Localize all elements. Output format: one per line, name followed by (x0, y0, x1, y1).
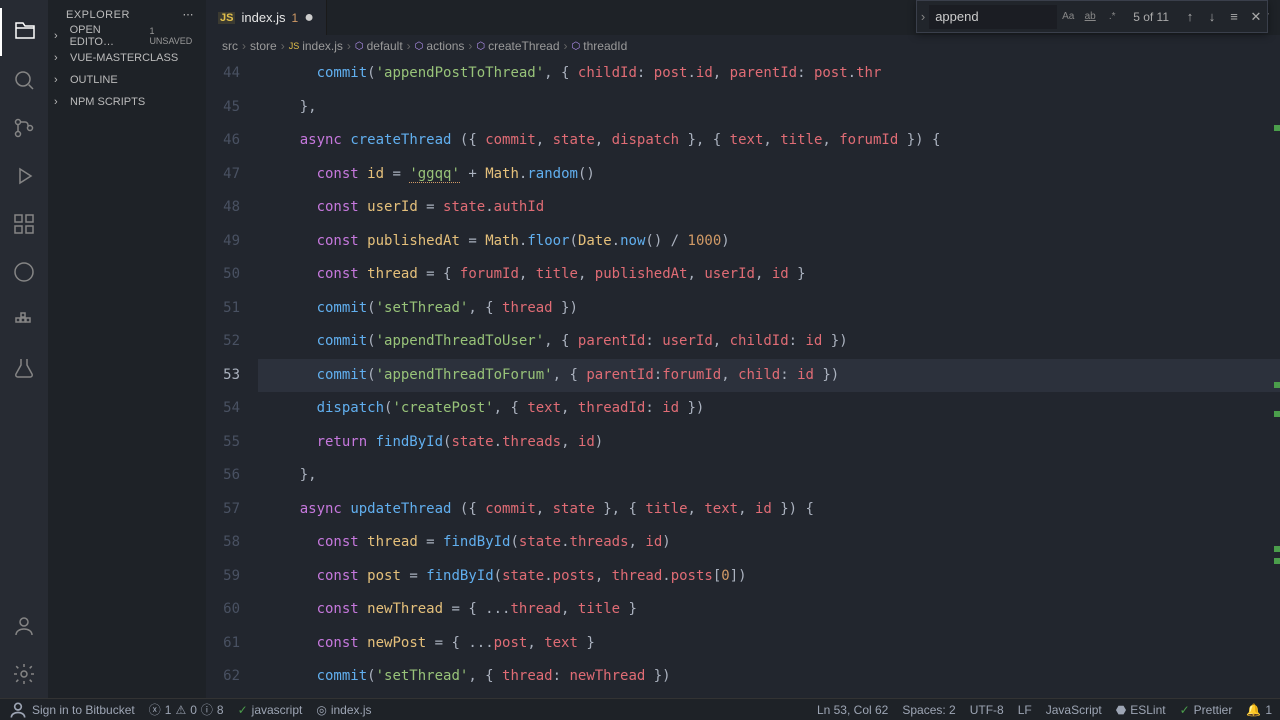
active-file[interactable]: ◎index.js (316, 703, 371, 717)
breadcrumb-item[interactable]: ⬡ createThread (476, 39, 559, 53)
problems-status[interactable]: ⓧ1 ⚠0 ⓘ8 (149, 701, 224, 718)
chevron-right-icon: › (54, 74, 66, 86)
javascript-file-icon: JS (218, 12, 235, 24)
error-icon: ⓧ (149, 701, 161, 718)
chevron-right-icon: › (54, 52, 66, 64)
find-close-icon[interactable]: ✕ (1245, 6, 1267, 28)
eslint-status[interactable]: ⬣ESLint (1116, 703, 1166, 717)
tab-index-js[interactable]: JS index.js 1 ● (206, 0, 327, 35)
language-mode-left[interactable]: ✓javascript (238, 703, 303, 717)
activity-bar (0, 0, 48, 698)
match-case-icon[interactable]: Aa (1058, 7, 1078, 27)
settings-gear-icon[interactable] (0, 650, 48, 698)
open-editors-label: OPEN EDITO… (70, 24, 146, 48)
find-selection-icon[interactable]: ≡ (1223, 6, 1245, 28)
project-section[interactable]: › VUE-MASTERCLASS (48, 47, 206, 69)
chevron-right-icon: › (54, 30, 66, 42)
npm-label: NPM SCRIPTS (70, 96, 145, 108)
unsaved-badge: 1 UNSAVED (149, 26, 198, 46)
open-editors-section[interactable]: › OPEN EDITO… 1 UNSAVED (48, 25, 206, 47)
docker-icon[interactable] (0, 296, 48, 344)
target-icon: ◎ (316, 703, 326, 717)
breadcrumb-item[interactable]: src (222, 39, 238, 53)
source-control-icon[interactable] (0, 104, 48, 152)
breadcrumbs[interactable]: src›store›JS index.js›⬡ default›⬡ action… (206, 35, 1280, 57)
find-widget: › Aa ab .* 5 of 11 ↑ ↓ ≡ ✕ (916, 0, 1268, 33)
search-icon[interactable] (0, 56, 48, 104)
cursor-position[interactable]: Ln 53, Col 62 (817, 703, 888, 717)
indentation-status[interactable]: Spaces: 2 (902, 703, 955, 717)
editor-area: JS index.js 1 ● ⋯ src›store›JS index.js›… (206, 0, 1280, 698)
whole-word-icon[interactable]: ab (1080, 7, 1100, 27)
find-input[interactable] (929, 5, 1057, 29)
find-count: 5 of 11 (1123, 10, 1179, 24)
explorer-more-icon[interactable]: ⋯ (183, 8, 195, 21)
breadcrumb-item[interactable]: ⬡ default (355, 39, 403, 53)
eol-status[interactable]: LF (1018, 703, 1032, 717)
npm-scripts-section[interactable]: › NPM SCRIPTS (48, 91, 206, 113)
account-icon[interactable] (0, 602, 48, 650)
warning-icon: ⚠ (175, 703, 186, 717)
find-prev-icon[interactable]: ↑ (1179, 6, 1201, 28)
breadcrumb-item[interactable]: ⬡ actions (415, 39, 465, 53)
chevron-right-icon: › (54, 96, 66, 108)
code-content[interactable]: commit('appendPostToThread', { childId: … (258, 57, 1280, 698)
explorer-title: EXPLORER (66, 9, 130, 21)
outline-label: OUTLINE (70, 74, 118, 86)
remote-icon[interactable] (0, 248, 48, 296)
notifications-status[interactable]: 🔔1 (1246, 703, 1272, 717)
explorer-icon[interactable] (0, 8, 48, 56)
find-next-icon[interactable]: ↓ (1201, 6, 1223, 28)
modified-dot-icon: ● (304, 9, 314, 27)
breadcrumb-item[interactable]: JS index.js (289, 39, 343, 53)
info-icon: ⓘ (201, 701, 213, 718)
line-number-gutter: 44454647484950515253545556575859606162 (206, 57, 258, 698)
tab-filename: index.js (241, 10, 285, 25)
test-icon[interactable] (0, 344, 48, 392)
explorer-sidebar: EXPLORER ⋯ › OPEN EDITO… 1 UNSAVED › VUE… (48, 0, 206, 698)
overview-ruler (1272, 113, 1280, 698)
find-expand-icon[interactable]: › (917, 9, 929, 24)
language-status[interactable]: JavaScript (1046, 703, 1102, 717)
breadcrumb-item[interactable]: ⬡ threadId (572, 39, 628, 53)
run-debug-icon[interactable] (0, 152, 48, 200)
signin-status[interactable]: Sign in to Bitbucket (8, 700, 135, 720)
eslint-icon: ⬣ (1116, 703, 1126, 717)
bell-icon: 🔔 (1246, 703, 1261, 717)
prettier-status[interactable]: ✓Prettier (1180, 703, 1233, 717)
tab-problem-count: 1 (292, 11, 299, 25)
project-label: VUE-MASTERCLASS (70, 52, 178, 64)
outline-section[interactable]: › OUTLINE (48, 69, 206, 91)
regex-icon[interactable]: .* (1102, 7, 1122, 27)
status-bar: Sign in to Bitbucket ⓧ1 ⚠0 ⓘ8 ✓javascrip… (0, 698, 1280, 720)
extensions-icon[interactable] (0, 200, 48, 248)
code-editor[interactable]: 44454647484950515253545556575859606162 c… (206, 57, 1280, 698)
breadcrumb-item[interactable]: store (250, 39, 277, 53)
encoding-status[interactable]: UTF-8 (970, 703, 1004, 717)
